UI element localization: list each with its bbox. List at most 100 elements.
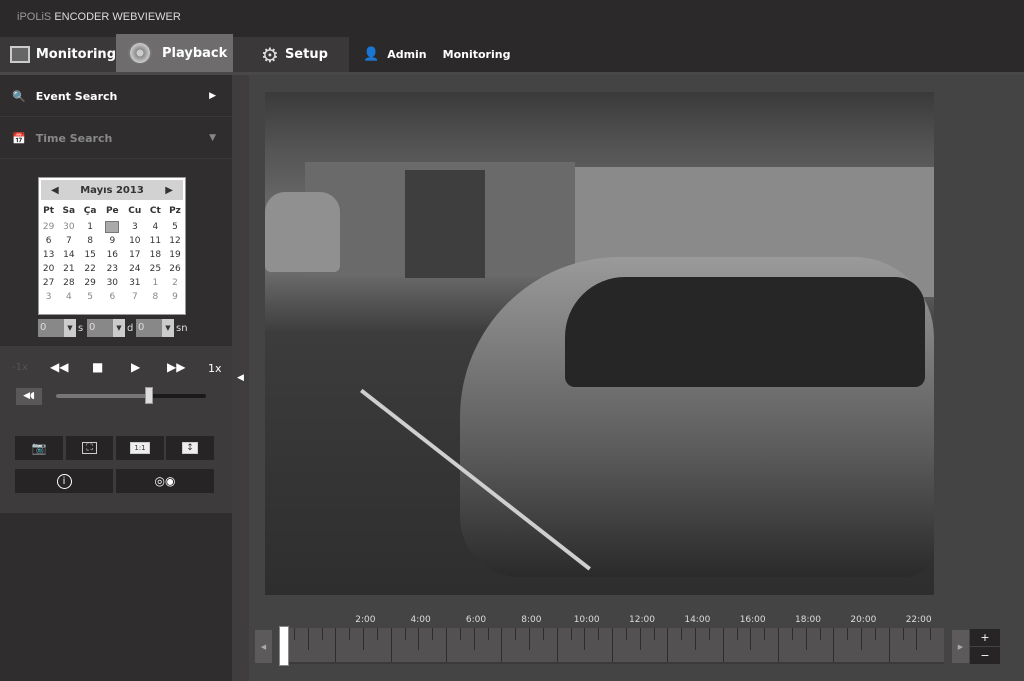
- timeline-track[interactable]: [280, 628, 944, 664]
- original-size-button[interactable]: 1:1: [116, 436, 164, 460]
- info-button[interactable]: i: [15, 469, 113, 493]
- calendar-day[interactable]: 9: [165, 290, 185, 304]
- dropdown-arrow-icon[interactable]: ▼: [162, 319, 174, 337]
- calendar-day[interactable]: 13: [39, 248, 58, 262]
- calendar-day[interactable]: 2: [165, 276, 185, 290]
- timeline-tick: [888, 628, 890, 662]
- calendar-day[interactable]: 2: [101, 220, 124, 234]
- calendar-day[interactable]: 18: [146, 248, 165, 262]
- timeline-tick: [446, 628, 447, 662]
- next-month-button[interactable]: ▶: [165, 185, 173, 196]
- timeline-tick: [390, 628, 392, 662]
- calendar-day[interactable]: 30: [101, 276, 124, 290]
- second-select[interactable]: 0 ▼ sn: [136, 319, 188, 337]
- day-number: 21: [63, 264, 75, 274]
- calendar-day[interactable]: 5: [79, 290, 100, 304]
- chevron-left-icon: ◀: [237, 373, 244, 383]
- fullscreen-button[interactable]: ⛶: [66, 436, 113, 460]
- timeline-label: 22:00: [905, 615, 932, 625]
- monitor-icon: [10, 46, 30, 63]
- day-number: 2: [172, 278, 178, 288]
- calendar-day[interactable]: 21: [58, 262, 79, 276]
- info-icon: i: [56, 473, 72, 489]
- snapshot-button[interactable]: 📷: [15, 436, 63, 460]
- day-number: 1: [152, 278, 159, 288]
- timeline-tick: [861, 628, 862, 650]
- tab-monitoring[interactable]: Monitoring: [0, 37, 116, 72]
- event-search-item[interactable]: 🔍 Event Search ▶: [0, 76, 232, 117]
- calendar-day[interactable]: 19: [165, 248, 185, 262]
- calendar-day[interactable]: 27: [39, 276, 58, 290]
- timeline-tick: [473, 628, 475, 650]
- timeline-tick: [556, 628, 558, 662]
- day-number: 18: [149, 250, 162, 260]
- minute-select[interactable]: 0 ▼ d: [87, 319, 133, 337]
- calendar-day[interactable]: 22: [79, 262, 100, 276]
- calendar-day[interactable]: 30: [58, 220, 79, 234]
- fast-forward-button[interactable]: ▶▶: [167, 360, 185, 374]
- calendar-day[interactable]: 8: [79, 234, 100, 248]
- time-search-item[interactable]: 📅 Time Search ▼: [0, 118, 232, 159]
- timeline-tick: [791, 628, 793, 640]
- reverse-speed[interactable]: -1x: [12, 362, 28, 373]
- zoom-out-button[interactable]: −: [970, 647, 1000, 664]
- timeline-position-handle[interactable]: [279, 626, 289, 666]
- calendar-day[interactable]: 26: [165, 262, 185, 276]
- calendar-day[interactable]: 28: [58, 276, 79, 290]
- prev-month-button[interactable]: ◀: [51, 185, 59, 196]
- calendar-day[interactable]: 9: [101, 234, 124, 248]
- calendar-day[interactable]: 15: [79, 248, 100, 262]
- calendar-day[interactable]: 3: [39, 290, 58, 304]
- calendar-day[interactable]: 10: [124, 234, 146, 248]
- calendar-day[interactable]: 7: [124, 290, 146, 304]
- rewind-button[interactable]: ◀◀: [50, 360, 68, 374]
- timeline-scroll-left[interactable]: ◀: [255, 630, 272, 663]
- dropdown-arrow-icon[interactable]: ▼: [64, 319, 76, 337]
- calendar-day[interactable]: 24: [124, 262, 146, 276]
- calendar-day[interactable]: 6: [101, 290, 124, 304]
- backup-button[interactable]: ◎◉: [116, 469, 214, 493]
- calendar-day[interactable]: 1: [146, 276, 165, 290]
- day-number: 15: [84, 250, 96, 260]
- calendar-day[interactable]: 6: [39, 234, 58, 248]
- calendar-day[interactable]: 7: [58, 234, 79, 248]
- dropdown-arrow-icon[interactable]: ▼: [113, 319, 125, 337]
- timeline-scroll-right[interactable]: ▶: [952, 630, 969, 663]
- tab-playback[interactable]: Playback: [116, 34, 233, 72]
- zoom-in-button[interactable]: +: [970, 629, 1000, 647]
- fit-screen-button[interactable]: ↕: [166, 436, 214, 460]
- calendar-day[interactable]: 8: [146, 290, 165, 304]
- video-van-windows: [565, 277, 925, 387]
- calendar-day[interactable]: 17: [124, 248, 146, 262]
- calendar-day[interactable]: 11: [146, 234, 165, 248]
- volume-slider[interactable]: [56, 394, 206, 398]
- calendar-day[interactable]: 4: [146, 220, 165, 234]
- volume-handle[interactable]: [145, 387, 153, 404]
- calendar-day[interactable]: 20: [39, 262, 58, 276]
- hour-select[interactable]: 0 ▼ s: [38, 319, 83, 337]
- timeline-tick: [418, 628, 420, 650]
- video-viewport[interactable]: [265, 92, 934, 595]
- calendar-day[interactable]: 29: [79, 276, 100, 290]
- mute-button[interactable]: ◀◖: [16, 388, 42, 405]
- collapse-sidebar-button[interactable]: ◀: [232, 75, 249, 681]
- calendar-day[interactable]: 16: [101, 248, 124, 262]
- calendar-day[interactable]: 4: [58, 290, 79, 304]
- play-button[interactable]: ▶: [131, 360, 140, 374]
- playback-speed[interactable]: 1x: [208, 362, 222, 375]
- calendar-day[interactable]: 29: [39, 220, 58, 234]
- calendar-header: ◀ Mayıs 2013 ▶: [41, 180, 183, 200]
- calendar-day[interactable]: 14: [58, 248, 79, 262]
- monitoring-link[interactable]: Monitoring: [443, 48, 511, 61]
- calendar-day[interactable]: 1: [79, 220, 100, 234]
- calendar-day[interactable]: 12: [165, 234, 185, 248]
- calendar-day[interactable]: 31: [124, 276, 146, 290]
- tab-setup[interactable]: ⚙ Setup: [233, 37, 349, 72]
- calendar-day[interactable]: 23: [101, 262, 124, 276]
- timeline-tick: [432, 628, 434, 640]
- calendar-day[interactable]: 25: [146, 262, 165, 276]
- calendar-day[interactable]: 5: [165, 220, 185, 234]
- stop-button[interactable]: ■: [92, 360, 103, 374]
- timeline-tick: [736, 628, 738, 640]
- calendar-day[interactable]: 3: [124, 220, 146, 234]
